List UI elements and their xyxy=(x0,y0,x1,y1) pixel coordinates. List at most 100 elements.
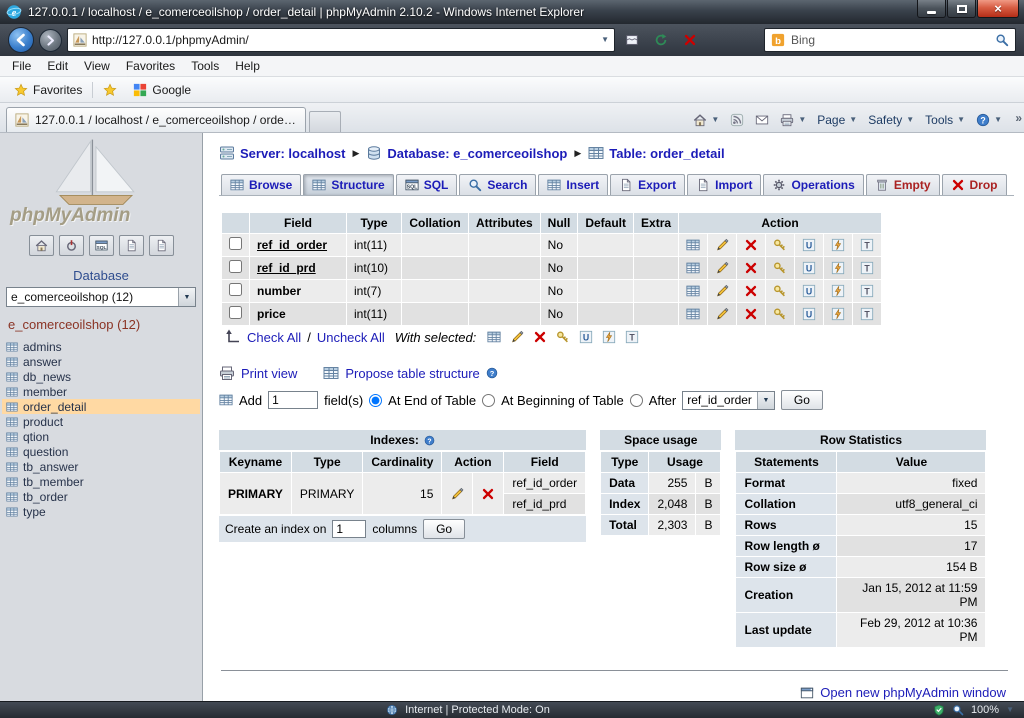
row-checkbox[interactable] xyxy=(229,306,242,319)
sidebar-item-tb-member[interactable]: tb_member xyxy=(2,474,200,489)
sidebar-item-order-detail[interactable]: order_detail xyxy=(2,399,200,414)
drop-field-action[interactable] xyxy=(737,303,765,325)
tab-export[interactable]: Export xyxy=(610,174,685,195)
tab-empty[interactable]: Empty xyxy=(866,174,940,195)
database-link[interactable]: e_comerceoilshop (12) xyxy=(0,307,202,339)
add-fields-count-input[interactable] xyxy=(268,391,318,409)
primary-key-action[interactable] xyxy=(766,280,794,302)
primary-key-action[interactable] xyxy=(766,234,794,256)
add-favorite-button[interactable] xyxy=(97,81,123,99)
tools-menu-button[interactable]: Tools▼ xyxy=(925,113,965,127)
url-field[interactable]: http://127.0.0.1/phpmyAdmin/ ▼ xyxy=(67,28,615,52)
home-button[interactable]: ▼ xyxy=(693,113,719,127)
zoom-level[interactable]: 100% xyxy=(971,704,999,716)
pencil-icon[interactable] xyxy=(510,330,524,344)
uncheck-all-link[interactable]: Uncheck All xyxy=(317,330,385,345)
help-menu-button[interactable]: ▼ xyxy=(976,113,1002,127)
edit-field-action[interactable] xyxy=(708,280,736,302)
sidebar-item-db-news[interactable]: db_news xyxy=(2,369,200,384)
unique-action[interactable] xyxy=(795,303,823,325)
browse-values-action[interactable] xyxy=(679,280,707,302)
sidebar-item-product[interactable]: product xyxy=(2,414,200,429)
position-after-radio[interactable] xyxy=(630,394,643,407)
index-action[interactable] xyxy=(824,303,852,325)
new-tab-button[interactable] xyxy=(309,111,341,132)
tab-drop[interactable]: Drop xyxy=(942,174,1007,195)
drop-field-action[interactable] xyxy=(737,257,765,279)
fulltext-action[interactable] xyxy=(853,234,881,256)
sidebar-item-answer[interactable]: answer xyxy=(2,354,200,369)
database-select-arrow[interactable]: ▼ xyxy=(178,288,195,306)
edit-field-action[interactable] xyxy=(708,303,736,325)
url-dropdown-icon[interactable]: ▼ xyxy=(601,36,609,44)
browse-icon[interactable] xyxy=(487,330,501,344)
maximize-button[interactable] xyxy=(947,0,976,18)
page-menu-button[interactable]: Page▼ xyxy=(817,113,857,127)
breadcrumb-table-link[interactable]: Table: order_detail xyxy=(588,145,724,161)
drop-field-action[interactable] xyxy=(737,234,765,256)
index-action[interactable] xyxy=(824,234,852,256)
pma-home-button[interactable] xyxy=(29,235,54,256)
help-icon[interactable] xyxy=(486,367,498,379)
open-new-window-link[interactable]: Open new phpMyAdmin window xyxy=(820,685,1006,700)
fulltext-action[interactable] xyxy=(853,303,881,325)
row-checkbox[interactable] xyxy=(229,283,242,296)
read-mail-button[interactable] xyxy=(755,113,769,127)
sidebar-item-member[interactable]: member xyxy=(2,384,200,399)
menu-tools[interactable]: Tools xyxy=(183,57,227,75)
primary-key-action[interactable] xyxy=(766,257,794,279)
edit-field-action[interactable] xyxy=(708,257,736,279)
search-icon[interactable] xyxy=(995,33,1009,47)
tab-insert[interactable]: Insert xyxy=(538,174,608,195)
index-icon[interactable] xyxy=(602,330,616,344)
tab-browse[interactable]: Browse xyxy=(221,174,301,195)
menu-view[interactable]: View xyxy=(76,57,118,75)
mysql-docs-button[interactable] xyxy=(149,235,174,256)
zoom-icon[interactable] xyxy=(952,704,964,716)
fulltext-action[interactable] xyxy=(853,280,881,302)
tab-sql[interactable]: SQL xyxy=(396,174,458,195)
refresh-button[interactable] xyxy=(649,28,673,52)
pma-logo[interactable]: phpMyAdmin xyxy=(0,133,202,229)
unique-icon[interactable] xyxy=(579,330,593,344)
minimize-button[interactable] xyxy=(917,0,946,18)
position-end-radio[interactable] xyxy=(369,394,382,407)
menu-file[interactable]: File xyxy=(4,57,39,75)
pma-logout-button[interactable] xyxy=(59,235,84,256)
drop-field-action[interactable] xyxy=(737,280,765,302)
compatibility-view-button[interactable] xyxy=(620,28,644,52)
breadcrumb-server-link[interactable]: Server: localhost xyxy=(219,145,346,161)
favorite-item-google[interactable]: Google xyxy=(127,81,197,99)
index-action[interactable] xyxy=(824,257,852,279)
search-box[interactable]: Bing xyxy=(764,28,1016,52)
zoom-dropdown-icon[interactable]: ▼ xyxy=(1006,706,1014,714)
tab-operations[interactable]: Operations xyxy=(763,174,863,195)
print-view-link[interactable]: Print view xyxy=(241,366,297,381)
unique-action[interactable] xyxy=(795,257,823,279)
feeds-button[interactable] xyxy=(730,113,744,127)
sidebar-item-qtion[interactable]: qtion xyxy=(2,429,200,444)
menu-edit[interactable]: Edit xyxy=(39,57,76,75)
row-checkbox[interactable] xyxy=(229,260,242,273)
after-field-select[interactable]: ref_id_order ▼ xyxy=(682,391,775,410)
sidebar-item-tb-order[interactable]: tb_order xyxy=(2,489,200,504)
browser-tab[interactable]: 127.0.0.1 / localhost / e_comerceoilshop… xyxy=(6,107,306,132)
fulltext-icon[interactable] xyxy=(625,330,639,344)
delete-x-icon[interactable] xyxy=(533,330,547,344)
add-field-go-button[interactable]: Go xyxy=(781,390,823,410)
help-icon[interactable] xyxy=(424,435,435,446)
database-select[interactable]: e_comerceoilshop (12) ▼ xyxy=(6,287,196,307)
key-icon[interactable] xyxy=(556,330,570,344)
drop-index-action[interactable] xyxy=(473,473,503,514)
tab-search[interactable]: Search xyxy=(459,174,536,195)
breadcrumb-database-link[interactable]: Database: e_comerceoilshop xyxy=(366,145,567,161)
create-index-go-button[interactable]: Go xyxy=(423,519,465,539)
close-button[interactable]: × xyxy=(977,0,1019,18)
sidebar-item-type[interactable]: type xyxy=(2,504,200,519)
index-action[interactable] xyxy=(824,280,852,302)
row-checkbox[interactable] xyxy=(229,237,242,250)
menu-help[interactable]: Help xyxy=(227,57,268,75)
pma-docs-button[interactable] xyxy=(119,235,144,256)
stop-button[interactable] xyxy=(678,28,702,52)
sidebar-item-tb-answer[interactable]: tb_answer xyxy=(2,459,200,474)
